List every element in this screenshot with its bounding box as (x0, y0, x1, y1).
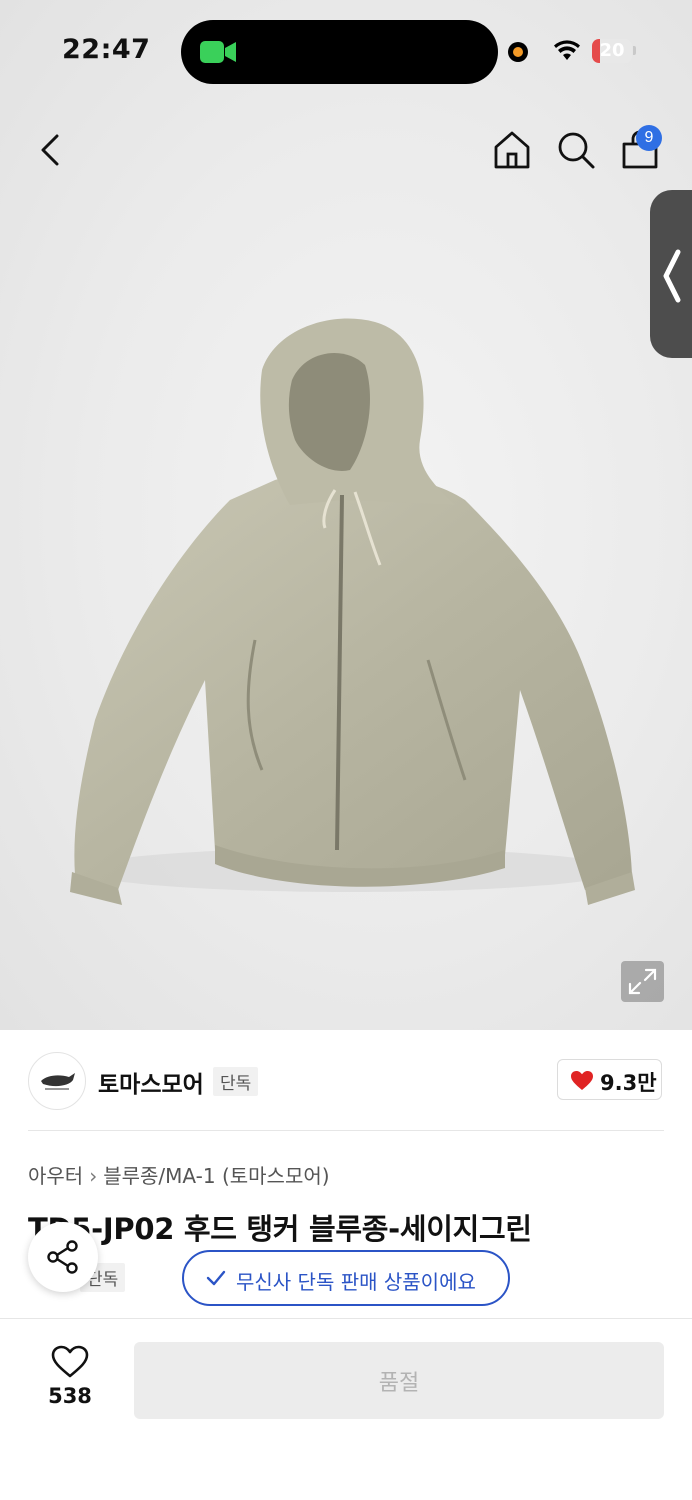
divider (28, 1130, 664, 1131)
whale-logo-icon (41, 1073, 75, 1090)
exclusive-info-banner[interactable]: 무신사 단독 판매 상품이에요 (182, 1250, 510, 1306)
brand-like-button[interactable]: 9.3만 (557, 1059, 662, 1100)
divider (0, 1318, 692, 1319)
heart-icon (571, 1071, 593, 1090)
chevron-right-icon: › (89, 1164, 98, 1188)
recording-indicator (508, 42, 528, 62)
search-button[interactable] (556, 130, 596, 170)
exclusive-tag: 단독 (213, 1067, 259, 1096)
video-camera-icon (200, 40, 236, 64)
home-icon (494, 131, 530, 169)
wishlist-count: 538 (48, 1384, 92, 1408)
heart-outline-icon (51, 1345, 89, 1378)
check-icon (206, 1270, 226, 1286)
breadcrumb-subcategory[interactable]: 블루종/MA-1 (토마스모어) (103, 1164, 329, 1188)
product-title: TD5-JP02 후드 탱커 블루종-세이지그린 (28, 1212, 532, 1246)
back-button[interactable] (38, 134, 62, 166)
brand-name[interactable]: 토마스모어 (98, 1065, 204, 1099)
battery-icon: 20 (592, 39, 632, 63)
share-button[interactable] (28, 1222, 98, 1292)
expand-icon (628, 968, 657, 995)
search-icon (558, 132, 595, 169)
chevron-left-icon (663, 249, 681, 303)
wifi-icon (553, 40, 581, 66)
exclusive-info-text: 무신사 단독 판매 상품이에요 (236, 1270, 476, 1294)
battery-nub (633, 46, 636, 55)
home-button[interactable] (492, 130, 532, 170)
share-icon (47, 1240, 78, 1274)
cart-count-badge: 9 (636, 125, 662, 151)
chevron-left-icon (41, 134, 59, 166)
breadcrumb-category[interactable]: 아우터 (28, 1164, 83, 1188)
brand-like-count: 9.3만 (600, 1071, 657, 1095)
brand-logo[interactable] (28, 1052, 86, 1110)
wishlist-button[interactable] (51, 1345, 89, 1383)
battery-level: 20 (599, 40, 625, 61)
soldout-button[interactable]: 품절 (134, 1342, 664, 1419)
status-time: 22:47 (62, 34, 151, 65)
breadcrumb: 아우터 › 블루종/MA-1 (토마스모어) (28, 1160, 330, 1189)
side-panel-handle[interactable] (650, 190, 692, 358)
expand-image-button[interactable] (621, 961, 664, 1002)
